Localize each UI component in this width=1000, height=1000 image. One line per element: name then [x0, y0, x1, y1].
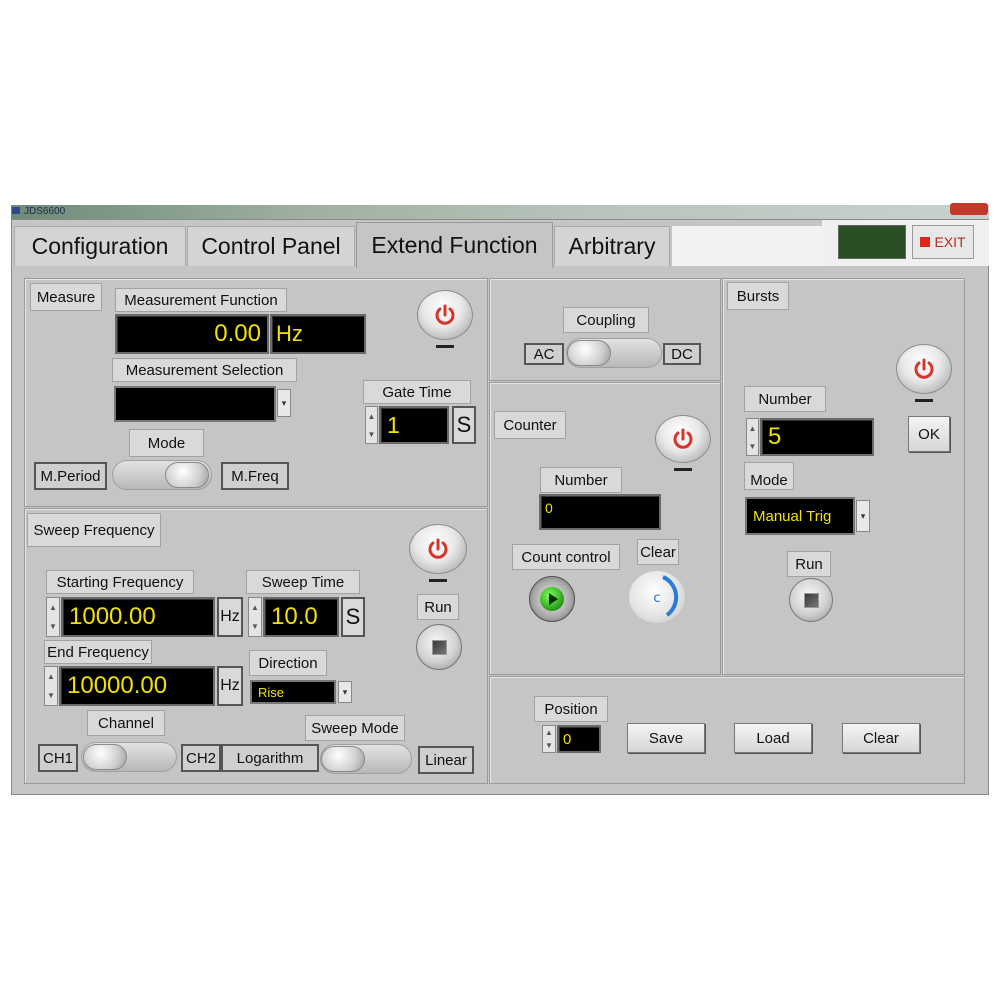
measurement-function-label: Measurement Function [115, 288, 287, 312]
sweep-run-label: Run [417, 594, 459, 620]
clear-button[interactable]: Clear [842, 723, 920, 753]
sweep-time-unit: S [341, 597, 365, 637]
title-bar [11, 205, 989, 219]
bursts-mode-arrow[interactable]: ▾ [856, 500, 870, 532]
mode-toggle-knob[interactable] [165, 462, 209, 488]
connection-status-indicator [838, 225, 906, 259]
channel-ch1-label: CH1 [38, 744, 78, 772]
starting-frequency-display[interactable]: 1000.00 [61, 597, 215, 637]
sweep-mode-linear-label: Linear [418, 746, 474, 774]
counter-number-display: 0 [539, 494, 661, 530]
tab-extend-function[interactable]: Extend Function [356, 222, 553, 268]
measurement-selection-arrow[interactable]: ▾ [277, 389, 291, 417]
bursts-ok-button[interactable]: OK [908, 416, 950, 452]
power-icon [914, 358, 934, 379]
bursts-number-spinner[interactable]: ▲ ▼ [746, 418, 759, 456]
channel-ch2-label: CH2 [181, 744, 221, 772]
save-button[interactable]: Save [627, 723, 705, 753]
bursts-run-button[interactable] [789, 578, 833, 622]
measurement-value-display: 0.00 [115, 314, 269, 354]
counter-button[interactable]: Counter [494, 411, 566, 439]
bursts-mode-label: Mode [744, 462, 794, 490]
reset-icon: c [653, 575, 679, 617]
measurement-selection-dropdown[interactable] [114, 386, 276, 422]
coupling-ac-label: AC [524, 343, 564, 365]
exit-button[interactable]: EXIT [912, 225, 974, 259]
mode-freq-label: M.Freq [221, 462, 289, 490]
count-control-label: Count control [512, 544, 620, 570]
play-icon [540, 587, 564, 611]
power-icon [435, 304, 455, 325]
window-title: JDS6600 [24, 206, 66, 217]
starting-frequency-spinner[interactable]: ▲ ▼ [46, 597, 60, 637]
tab-configuration[interactable]: Configuration [14, 226, 186, 266]
measure-power-button[interactable] [417, 290, 473, 340]
measurement-unit-display: Hz [270, 314, 366, 354]
stop-icon [920, 237, 931, 247]
gate-time-label: Gate Time [363, 380, 471, 404]
coupling-dc-label: DC [663, 343, 701, 365]
tab-control-panel[interactable]: Control Panel [187, 226, 355, 266]
end-frequency-label: End Frequency [44, 640, 152, 664]
gate-time-display[interactable]: 1 [379, 406, 449, 444]
bursts-power-indicator [915, 399, 933, 402]
svg-text:c: c [653, 591, 660, 606]
bursts-button[interactable]: Bursts [727, 282, 789, 310]
counter-clear-label: Clear [637, 539, 679, 565]
measure-power-indicator [436, 345, 454, 348]
end-frequency-spinner[interactable]: ▲ ▼ [44, 666, 58, 706]
bursts-mode-dropdown[interactable]: Manual Trig [745, 497, 855, 535]
tab-bar-empty [672, 226, 822, 266]
counter-power-indicator [674, 468, 692, 471]
tab-arbitrary[interactable]: Arbitrary [554, 226, 670, 266]
stop-icon [803, 592, 819, 608]
count-control-play-button[interactable] [529, 576, 575, 622]
direction-label: Direction [249, 650, 327, 676]
counter-clear-button[interactable]: c [629, 571, 685, 623]
sweep-run-button[interactable] [416, 624, 462, 670]
end-frequency-display[interactable]: 10000.00 [59, 666, 215, 706]
bursts-power-button[interactable] [896, 344, 952, 394]
load-button[interactable]: Load [734, 723, 812, 753]
measure-button[interactable]: Measure [30, 283, 102, 311]
direction-dropdown[interactable]: Rise [250, 680, 336, 704]
mode-period-label: M.Period [34, 462, 107, 490]
measurement-selection-label: Measurement Selection [112, 358, 297, 382]
sweep-mode-label: Sweep Mode [305, 715, 405, 741]
bursts-number-display[interactable]: 5 [760, 418, 874, 456]
counter-number-label: Number [540, 467, 622, 493]
bursts-number-label: Number [744, 386, 826, 412]
window-close-button[interactable] [950, 203, 988, 215]
stop-icon [431, 639, 447, 655]
position-label: Position [534, 696, 608, 722]
starting-frequency-label: Starting Frequency [46, 570, 194, 594]
sweep-power-button[interactable] [409, 524, 467, 574]
gate-time-spinner[interactable]: ▲ ▼ [365, 406, 378, 444]
coupling-label: Coupling [563, 307, 649, 333]
sweep-mode-logarithm-label: Logarithm [221, 744, 319, 772]
starting-frequency-unit: Hz [217, 597, 243, 637]
sweep-power-indicator [429, 579, 447, 582]
sweep-time-spinner[interactable]: ▲ ▼ [248, 597, 262, 637]
exit-label: EXIT [934, 234, 966, 250]
sweep-frequency-button[interactable]: Sweep Frequency [27, 513, 161, 547]
sweep-time-label: Sweep Time [246, 570, 360, 594]
end-frequency-unit: Hz [217, 666, 243, 706]
channel-label: Channel [87, 710, 165, 736]
direction-arrow[interactable]: ▾ [338, 681, 352, 703]
counter-power-button[interactable] [655, 415, 711, 463]
bursts-run-label: Run [787, 551, 831, 577]
power-icon [673, 428, 693, 449]
sweep-mode-toggle-knob[interactable] [321, 746, 365, 772]
mode-label: Mode [129, 429, 204, 457]
sweep-time-display[interactable]: 10.0 [263, 597, 339, 637]
app-icon [12, 207, 20, 214]
coupling-toggle-knob[interactable] [567, 340, 611, 366]
position-spinner[interactable]: ▲ ▼ [542, 725, 556, 753]
power-icon [428, 538, 448, 559]
position-display[interactable]: 0 [557, 725, 601, 753]
channel-toggle-knob[interactable] [83, 744, 127, 770]
gate-time-unit: S [452, 406, 476, 444]
